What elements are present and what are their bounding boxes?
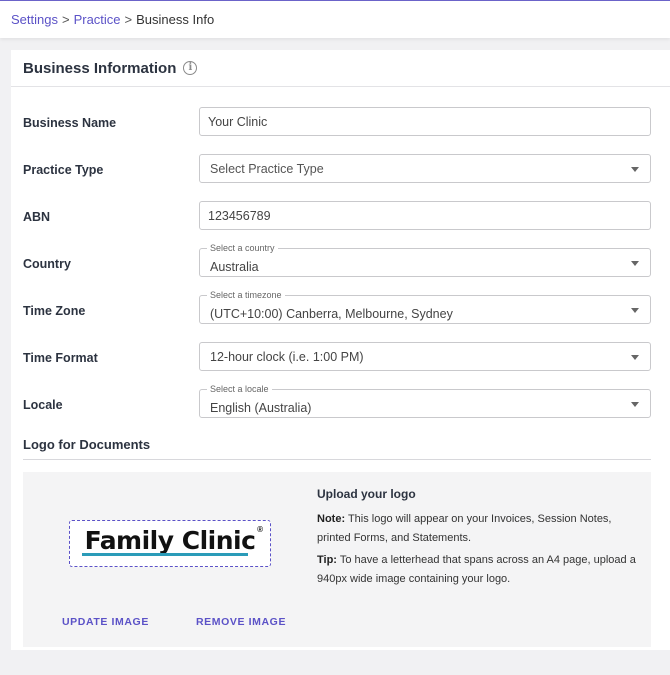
logo-underline [82,553,248,556]
abn-label: ABN [23,210,51,224]
breadcrumb-settings-link[interactable]: Settings [11,12,58,27]
time-format-select[interactable]: 12-hour clock (i.e. 1:00 PM) [199,342,651,371]
upload-tip: Tip: To have a letterhead that spans acr… [317,551,637,589]
practice-type-label: Practice Type [23,163,104,177]
update-image-button[interactable]: UPDATE IMAGE [62,616,149,628]
card-header: Business Information i [11,50,670,87]
chevron-down-icon [631,308,639,313]
tip-label: Tip: [317,554,337,566]
time-zone-value: (UTC+10:00) Canberra, Melbourne, Sydney [210,307,453,321]
time-zone-select[interactable]: Select a timezone (UTC+10:00) Canberra, … [199,290,651,324]
time-zone-row: Time Zone Select a timezone (UTC+10:00) … [11,290,670,324]
breadcrumb: Settings > Practice > Business Info [0,0,670,38]
chevron-down-icon [631,261,639,266]
locale-label: Locale [23,398,63,412]
breadcrumb-current: Business Info [136,12,215,27]
time-format-value: 12-hour clock (i.e. 1:00 PM) [210,349,364,364]
practice-type-row: Practice Type Select Practice Type [11,154,670,183]
locale-value: English (Australia) [210,401,312,415]
registered-mark-icon: ® [257,525,263,534]
logo-image-text: Family Clinic [84,526,256,555]
upload-note: Note: This logo will appear on your Invo… [317,510,637,548]
business-info-card: Business Information i Business Name Pra… [11,50,670,650]
time-format-label: Time Format [23,351,98,365]
note-text: This logo will appear on your Invoices, … [317,513,612,544]
abn-input[interactable] [199,201,651,230]
abn-row: ABN [11,201,670,230]
practice-type-value: Select Practice Type [210,161,324,176]
country-select[interactable]: Select a country Australia [199,243,651,277]
chevron-down-icon [631,355,639,360]
locale-row: Locale Select a locale English (Australi… [11,384,670,418]
country-label: Country [23,257,71,271]
breadcrumb-practice-link[interactable]: Practice [74,12,121,27]
chevron-down-icon [631,402,639,407]
chevron-down-icon [631,167,639,172]
logo-preview[interactable]: Family Clinic ® [69,520,271,567]
info-icon[interactable]: i [183,61,198,75]
practice-type-select[interactable]: Select Practice Type [199,154,651,183]
business-name-row: Business Name [11,107,670,136]
country-value: Australia [210,260,259,274]
logo-panel: Family Clinic ® UPDATE IMAGE REMOVE IMAG… [23,472,651,647]
time-format-row: Time Format 12-hour clock (i.e. 1:00 PM) [11,342,670,371]
business-name-label: Business Name [23,116,117,130]
upload-title: Upload your logo [317,487,416,501]
breadcrumb-separator: > [61,12,70,27]
page-title: Business Information [23,59,177,77]
business-name-input[interactable] [199,107,651,136]
breadcrumb-separator: > [124,12,133,27]
tip-text: To have a letterhead that spans across a… [317,554,636,585]
upload-info: Upload your logo Note: This logo will ap… [317,485,637,592]
logo-section-title: Logo for Documents [23,437,151,452]
note-label: Note: [317,513,346,525]
divider [23,459,651,460]
time-zone-label: Time Zone [23,304,86,318]
country-row: Country Select a country Australia [11,243,670,277]
country-float-label: Select a country [207,243,278,254]
locale-float-label: Select a locale [207,384,272,395]
time-zone-float-label: Select a timezone [207,290,285,301]
locale-select[interactable]: Select a locale English (Australia) [199,384,651,418]
remove-image-button[interactable]: REMOVE IMAGE [196,616,286,628]
